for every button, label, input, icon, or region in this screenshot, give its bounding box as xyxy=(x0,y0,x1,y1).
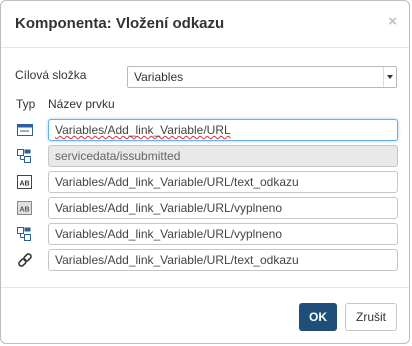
element-path-input[interactable]: Variables/Add_link_Variable/URL/text_odk… xyxy=(48,171,398,193)
target-folder-label: Cílová složka xyxy=(15,68,87,82)
element-path-text: Variables/Add_link_Variable/URL xyxy=(55,123,231,137)
dialog-header: Komponenta: Vložení odkazu × xyxy=(1,1,409,48)
link-icon xyxy=(16,252,34,268)
insert-link-dialog: Komponenta: Vložení odkazu × Cílová slož… xyxy=(0,0,410,344)
linked-elements-icon xyxy=(16,226,34,242)
element-path-input[interactable]: Variables/Add_link_Variable/URL xyxy=(48,119,398,141)
element-path-input: servicedata/issubmitted xyxy=(48,145,398,167)
textbox-icon xyxy=(16,122,34,138)
element-path-input[interactable]: Variables/Add_link_Variable/URL/text_odk… xyxy=(48,249,398,271)
linked-elements-icon xyxy=(16,148,34,164)
column-header-name: Název prvku xyxy=(48,97,115,111)
target-folder-value: Variables xyxy=(134,70,184,84)
element-path-input[interactable]: Variables/Add_link_Variable/URL/vyplneno xyxy=(48,223,398,245)
column-header-type: Typ xyxy=(16,97,36,111)
element-path-input[interactable]: Variables/Add_link_Variable/URL/vyplneno xyxy=(48,197,398,219)
svg-text:AB: AB xyxy=(19,181,29,188)
chevron-down-icon[interactable] xyxy=(383,67,396,87)
target-folder-select[interactable]: Variables xyxy=(127,66,397,88)
close-icon[interactable]: × xyxy=(388,13,397,30)
label-ab-icon: AB xyxy=(16,174,34,190)
ok-button[interactable]: OK xyxy=(299,303,337,331)
footer-divider xyxy=(1,287,409,288)
dialog-title: Komponenta: Vložení odkazu xyxy=(15,15,225,32)
cancel-button[interactable]: Zrušit xyxy=(345,303,397,331)
label-ab-gray-icon: AB xyxy=(16,200,34,216)
svg-text:AB: AB xyxy=(19,207,29,214)
